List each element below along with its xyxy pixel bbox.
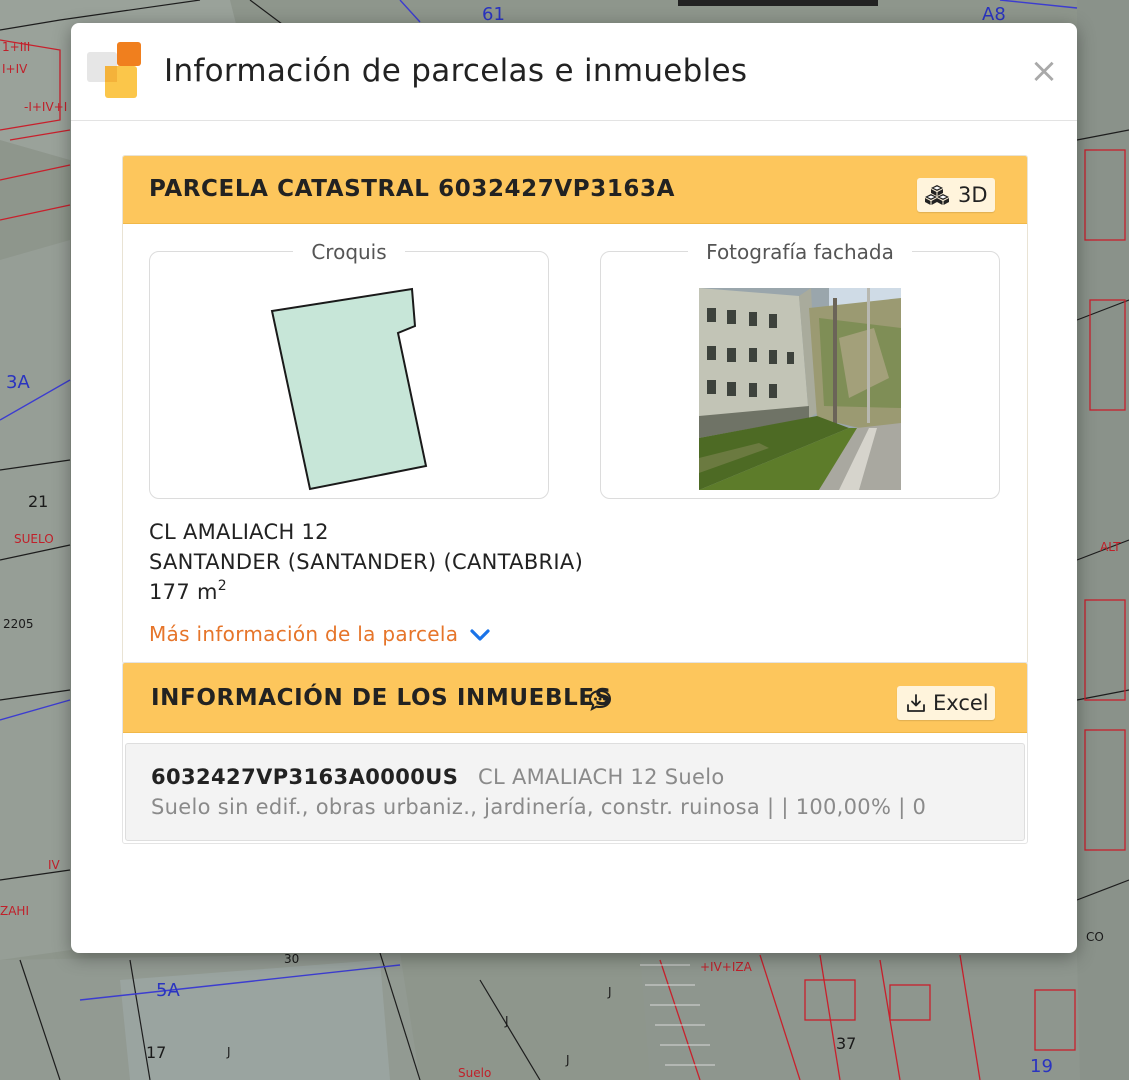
map-label: 37 [836,1034,857,1053]
map-label: IV [48,858,60,872]
map-label: 3A [6,372,30,393]
map-label: 5A [156,980,180,1001]
modal-header: Información de parcelas e inmuebles × [71,23,1077,121]
parcel-area: 177 m2 [149,578,227,604]
app-logo-icon [87,42,141,98]
parcel-address-street: CL AMALIACH 12 [149,520,329,544]
excel-label: Excel [933,691,989,715]
map-label: J [227,1045,231,1059]
map-label: +IV+IZA [700,960,752,974]
parcel-sketch[interactable] [260,282,440,492]
map-label: SUELO [14,532,54,546]
parcel-title: PARCELA CATASTRAL 6032427VP3163A [149,176,676,202]
excel-download-button[interactable]: Excel [897,686,995,720]
property-detail: Suelo sin edif., obras urbaniz., jardine… [151,795,927,819]
map-label: ZAHI [0,904,29,918]
cubes-3d-icon [925,185,949,205]
view-3d-button[interactable]: 3D [917,178,995,212]
properties-title: INFORMACIÓN DE LOS INMUEBLES [151,685,612,711]
map-label: 61 [482,4,505,25]
parcel-area-value: 177 m [149,580,218,604]
more-parcel-info-link[interactable]: Más información de la parcela [149,622,458,646]
photo-legend: Fotografía fachada [688,240,912,264]
sketch-fieldset: Croquis [149,240,549,499]
download-icon [907,694,925,712]
parcel-info-modal: Información de parcelas e inmuebles × PA… [71,23,1077,953]
modal-title: Información de parcelas e inmuebles [164,53,748,89]
sketch-legend: Croquis [293,240,405,264]
comment-dots-icon[interactable] [588,689,612,711]
map-label: Suelo [458,1066,492,1080]
property-list-item[interactable]: 6032427VP3163A0000US CL AMALIACH 12 Suel… [125,743,1025,841]
map-label: J [608,985,612,999]
property-reference[interactable]: 6032427VP3163A0000US [151,765,458,789]
properties-panel: INFORMACIÓN DE LOS INMUEBLES Excel 60324… [122,662,1028,844]
facade-photo-fieldset: Fotografía fachada [600,240,1000,499]
parcel-area-exponent: 2 [217,578,227,594]
map-label: J [566,1053,570,1067]
property-address: CL AMALIACH 12 Suelo [478,765,725,789]
map-label: A8 [982,4,1006,25]
map-label: 2205 [3,617,34,631]
map-label: ALT [1100,540,1121,554]
close-icon[interactable]: × [1029,53,1059,89]
map-label: I+IV [2,62,28,76]
map-label: CO [1086,930,1104,944]
parcel-address-city: SANTANDER (SANTANDER) (CANTABRIA) [149,550,584,574]
parcel-panel: PARCELA CATASTRAL 6032427VP3163A 3D Croq… [122,155,1028,664]
map-label: J [505,1014,509,1028]
view-3d-label: 3D [958,183,988,207]
map-label: 21 [28,492,49,511]
facade-photo[interactable] [699,288,901,490]
map-label: 17 [146,1043,167,1062]
properties-panel-heading: INFORMACIÓN DE LOS INMUEBLES Excel [123,663,1027,733]
map-label: -I+IV+I [24,100,68,114]
parcel-panel-heading: PARCELA CATASTRAL 6032427VP3163A 3D [123,156,1027,224]
map-label: 19 [1030,1056,1053,1077]
map-label: 1+III [2,40,31,54]
map-label: 30 [284,952,300,966]
chevron-down-icon[interactable] [469,627,491,643]
